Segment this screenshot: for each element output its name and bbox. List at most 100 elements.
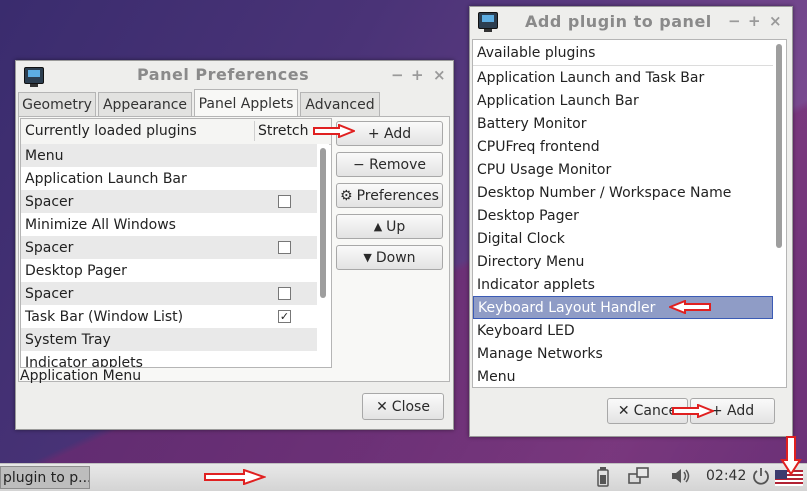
minimize-icon[interactable]: − <box>391 66 404 84</box>
move-down-button[interactable]: ▼ Down <box>336 245 443 270</box>
taskbar: plugin to p... 02:42 <box>0 463 807 491</box>
list-item[interactable]: System Tray <box>21 328 317 351</box>
available-plugins-list: Available plugins Application Launch and… <box>472 39 787 388</box>
minimize-icon[interactable]: − <box>728 12 741 30</box>
plugin-name: Keyboard Layout Handler <box>478 299 656 316</box>
list-item[interactable]: Desktop Number / Workspace Name <box>473 181 773 204</box>
button-label: + Add <box>710 403 755 419</box>
clock[interactable]: 02:42 <box>706 468 746 484</box>
tab-panel-applets[interactable]: Panel Applets <box>194 89 298 117</box>
list-item[interactable]: Keyboard Layout Handler <box>473 296 773 319</box>
scrollbar-thumb[interactable] <box>320 148 326 298</box>
close-icon[interactable]: × <box>433 66 446 84</box>
plugin-name: Application Launch Bar <box>25 170 187 187</box>
plugin-name: CPU Usage Monitor <box>477 161 612 178</box>
list-item[interactable]: Indicator applets <box>473 273 773 296</box>
tab-geometry[interactable]: Geometry <box>18 92 96 116</box>
panel-preferences-titlebar[interactable]: Panel Preferences − + × <box>16 61 453 91</box>
gear-icon: ⚙ <box>340 187 353 204</box>
chevron-up-icon: ▲ <box>373 220 383 233</box>
plugin-name: Keyboard LED <box>477 322 575 339</box>
plugin-preferences-button[interactable]: ⚙ Preferences <box>336 183 443 208</box>
add-plugin-titlebar[interactable]: Add plugin to panel − + × <box>470 7 792 35</box>
column-header-plugins[interactable]: Currently loaded plugins <box>25 123 197 139</box>
list-item[interactable]: Directory Menu <box>473 250 773 273</box>
close-icon[interactable]: × <box>769 12 782 30</box>
plugin-name: CPUFreq frontend <box>477 138 600 155</box>
plugin-name: Indicator applets <box>477 276 595 293</box>
list-item[interactable]: Spacer <box>21 236 317 259</box>
list-item[interactable]: Application Launch Bar <box>21 167 317 190</box>
power-icon[interactable] <box>752 467 770 489</box>
list-item[interactable]: Spacer <box>21 282 317 305</box>
battery-icon[interactable] <box>597 467 609 491</box>
chevron-down-icon: ▼ <box>363 251 372 264</box>
button-label: − Remove <box>353 156 426 173</box>
plugin-name: Application Launch Bar <box>477 92 639 109</box>
tab-label: Panel Applets <box>198 95 294 112</box>
available-plugin-rows: Application Launch and Task Bar Applicati… <box>473 66 773 387</box>
list-item[interactable]: Application Launch and Task Bar <box>473 66 773 89</box>
plugin-rows: Menu Application Launch Bar Spacer Minimize… <box>21 144 317 367</box>
available-list-scrollbar[interactable] <box>773 40 785 387</box>
task-label: plugin to p... <box>3 469 90 486</box>
stretch-checkbox[interactable] <box>278 195 291 208</box>
workspace-switcher-icon[interactable] <box>628 467 650 489</box>
button-label: Close <box>391 398 430 415</box>
list-item[interactable]: Menu <box>473 365 773 387</box>
monitor-icon <box>24 67 44 87</box>
red-arrow-annotation <box>313 124 355 138</box>
plugin-name: Digital Clock <box>477 230 565 247</box>
maximize-icon[interactable]: + <box>411 66 424 84</box>
plugin-name: Spacer <box>25 193 74 210</box>
plugin-list-scrollbar[interactable] <box>317 144 329 367</box>
list-item[interactable]: Task Bar (Window List) ✓ <box>21 305 317 328</box>
list-item[interactable]: Desktop Pager <box>473 204 773 227</box>
status-text: Application Menu <box>20 368 142 384</box>
stretch-checkbox[interactable] <box>278 241 291 254</box>
button-label: Cance <box>633 403 678 419</box>
column-header-stretch[interactable]: Stretch <box>258 123 309 139</box>
red-arrow-annotation <box>672 404 714 418</box>
volume-icon[interactable] <box>671 468 691 488</box>
list-item[interactable]: Spacer <box>21 190 317 213</box>
list-item[interactable]: Menu <box>21 144 317 167</box>
button-label: Up <box>386 218 406 235</box>
list-item[interactable]: Application Launch Bar <box>473 89 773 112</box>
close-x-icon: ✕ <box>617 403 630 419</box>
stretch-checkbox[interactable] <box>278 287 291 300</box>
list-item[interactable]: Desktop Pager <box>21 259 317 282</box>
list-item[interactable]: Manage Networks <box>473 342 773 365</box>
close-button[interactable]: ✕ Close <box>362 393 444 420</box>
taskbar-window-button[interactable]: plugin to p... <box>0 466 90 489</box>
tab-advanced[interactable]: Advanced <box>300 92 380 116</box>
column-divider <box>254 121 255 141</box>
plugin-name: Desktop Pager <box>477 207 579 224</box>
red-arrow-annotation <box>204 469 266 485</box>
plugin-name: Minimize All Windows <box>25 216 176 233</box>
plugin-name: Task Bar (Window List) <box>25 308 184 325</box>
tab-label: Advanced <box>305 96 375 113</box>
tab-appearance[interactable]: Appearance <box>98 92 192 116</box>
remove-plugin-button[interactable]: − Remove <box>336 152 443 177</box>
plugin-name: Spacer <box>25 239 74 256</box>
list-item[interactable]: Minimize All Windows <box>21 213 317 236</box>
list-item[interactable]: Keyboard LED <box>473 319 773 342</box>
list-item[interactable]: CPU Usage Monitor <box>473 158 773 181</box>
red-arrow-annotation <box>669 300 711 314</box>
plugin-name: System Tray <box>25 331 111 348</box>
button-label: Preferences <box>356 187 439 204</box>
plugin-name: Battery Monitor <box>477 115 587 132</box>
plugin-name: Directory Menu <box>477 253 585 270</box>
plugin-name: Application Launch and Task Bar <box>477 69 705 86</box>
list-item[interactable]: Indicator applets <box>21 351 317 368</box>
move-up-button[interactable]: ▲ Up <box>336 214 443 239</box>
stretch-checkbox[interactable]: ✓ <box>278 310 291 323</box>
list-item[interactable]: Battery Monitor <box>473 112 773 135</box>
maximize-icon[interactable]: + <box>748 12 761 30</box>
list-item[interactable]: Digital Clock <box>473 227 773 250</box>
plugin-name: Indicator applets <box>25 354 143 368</box>
scrollbar-thumb[interactable] <box>776 44 782 248</box>
button-label: + Add <box>367 125 412 142</box>
list-item[interactable]: CPUFreq frontend <box>473 135 773 158</box>
